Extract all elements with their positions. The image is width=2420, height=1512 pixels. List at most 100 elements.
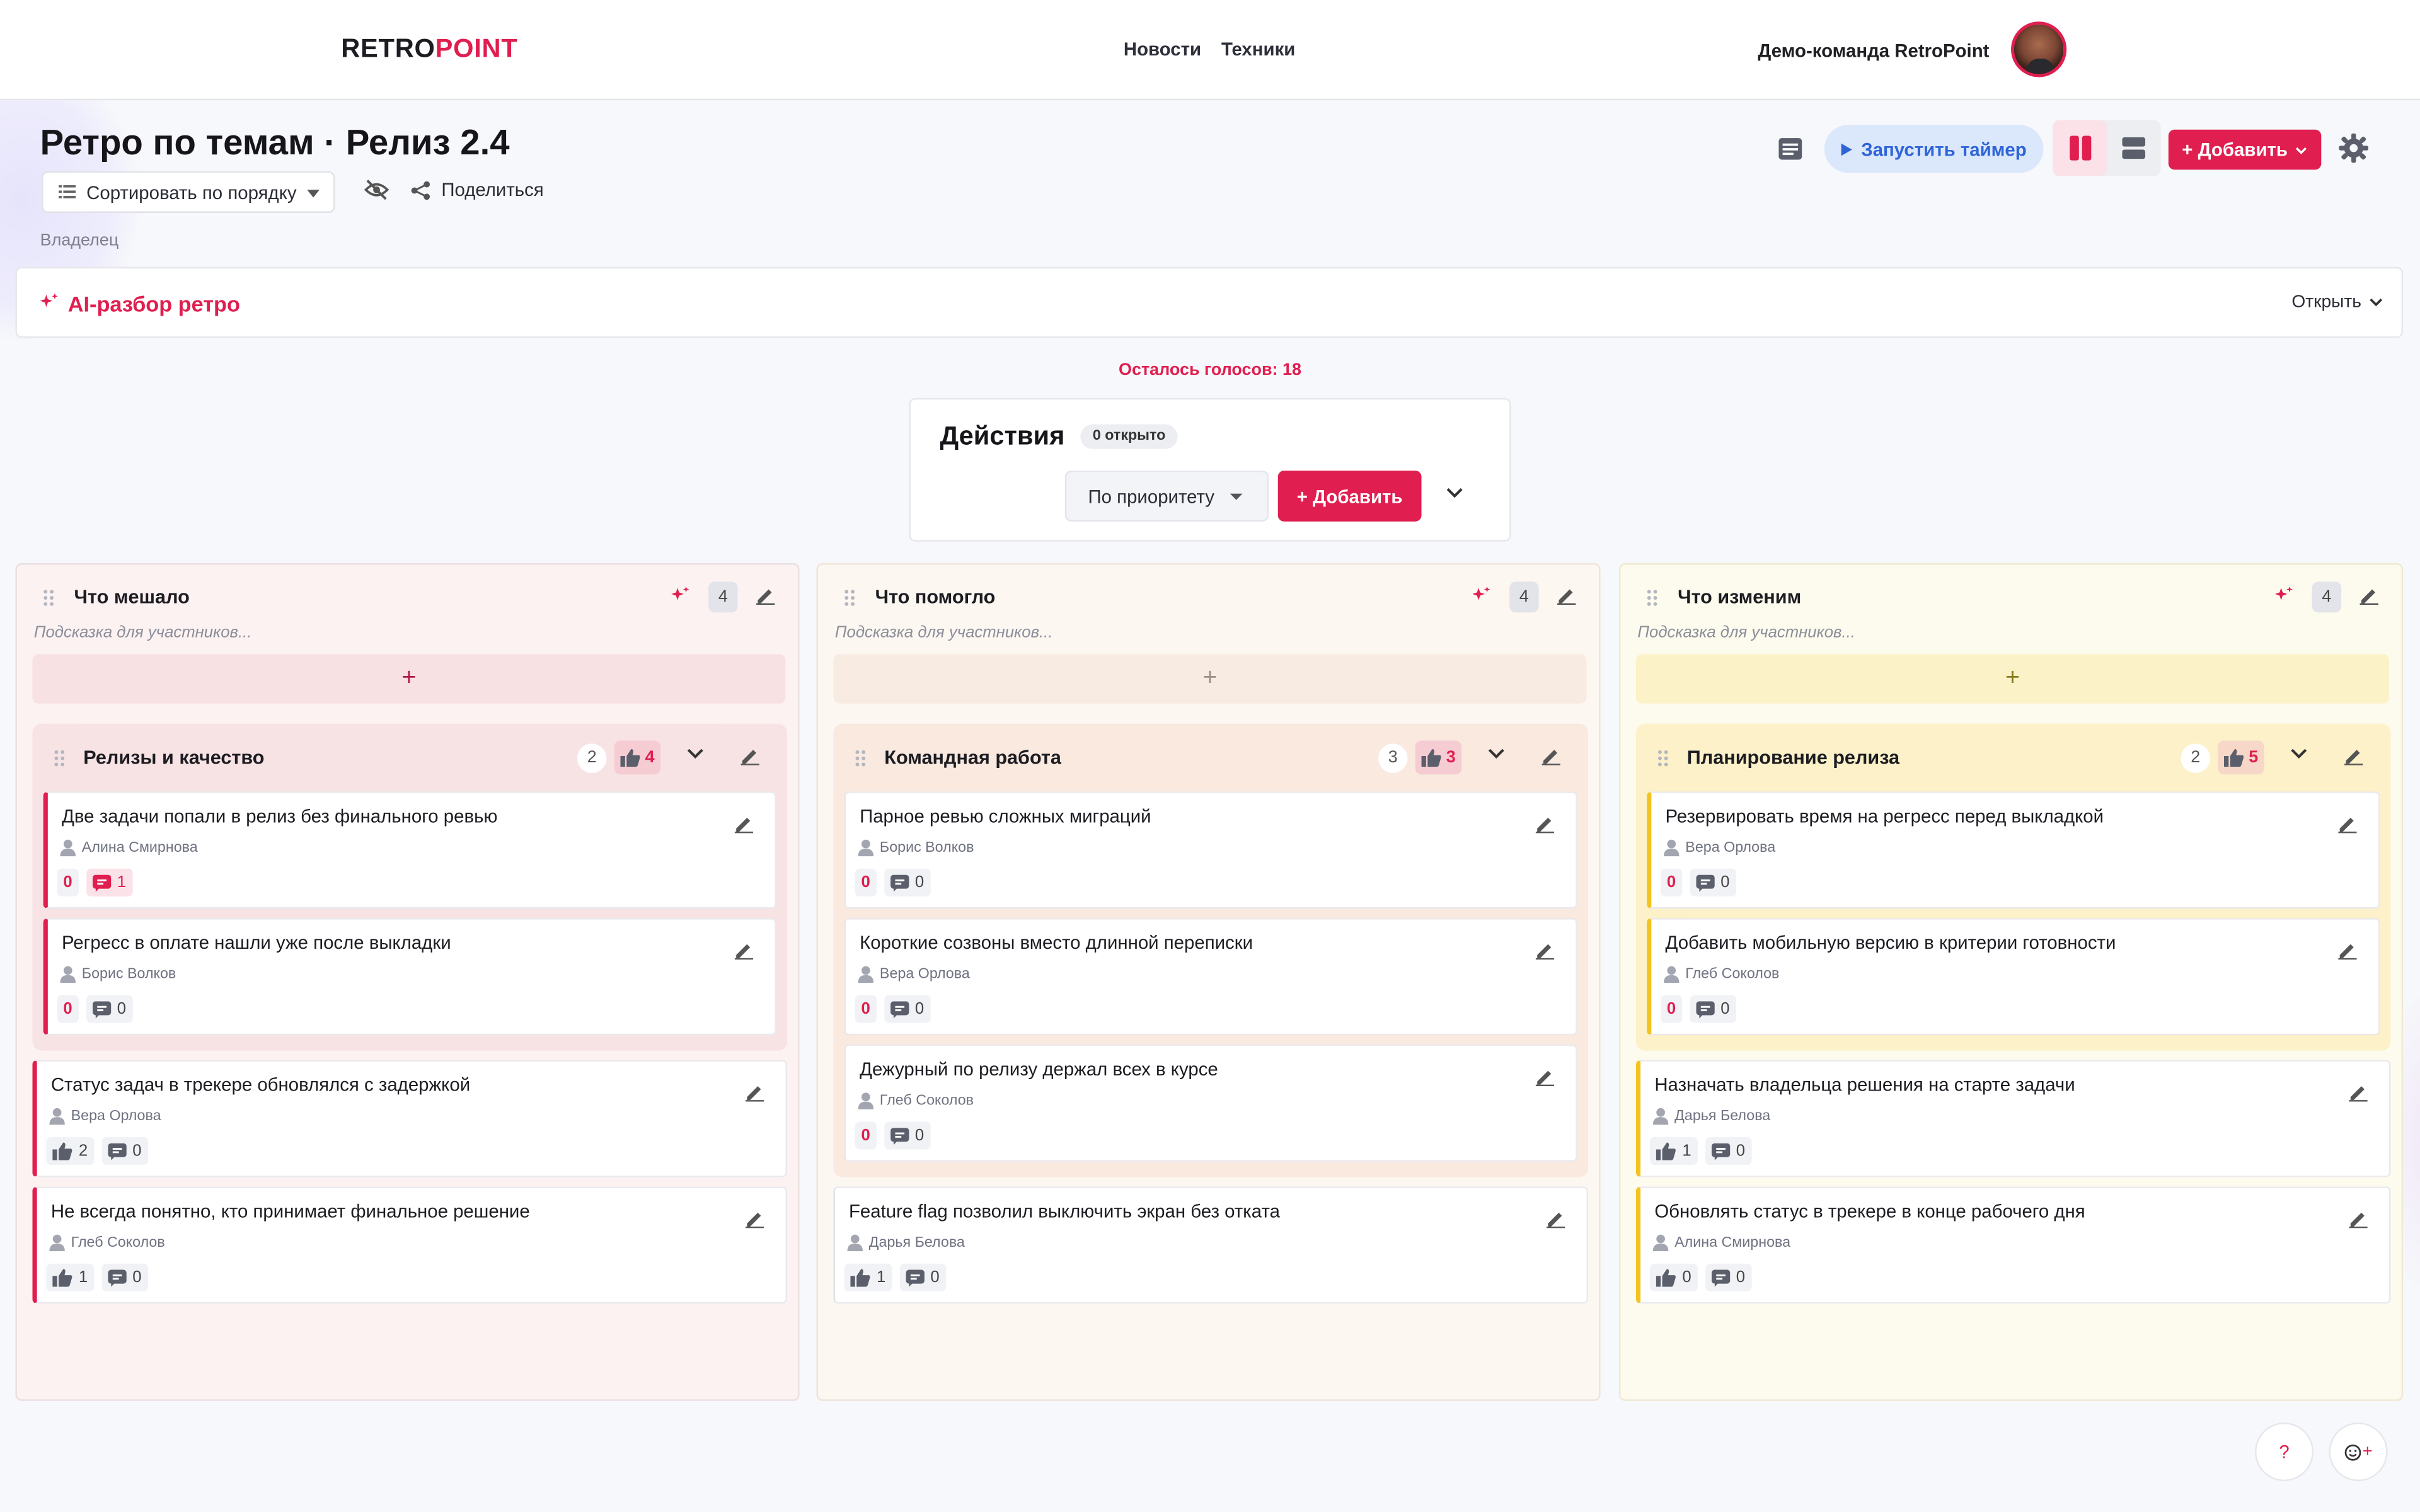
pencil-icon[interactable] (1535, 815, 1555, 833)
drag-handle-icon[interactable] (855, 750, 866, 767)
add-card-button[interactable]: + (32, 654, 786, 704)
pencil-icon[interactable] (734, 815, 754, 833)
comment-icon (890, 874, 909, 891)
comments-button[interactable]: 0 (899, 1263, 946, 1292)
comments-button[interactable]: 0 (884, 1121, 930, 1150)
start-timer-button[interactable]: Запустить таймер (1824, 125, 2044, 173)
nav-news[interactable]: Новости (1124, 38, 1201, 60)
comments-button[interactable]: 0 (101, 1137, 148, 1165)
eye-off-icon[interactable] (364, 179, 389, 209)
card[interactable]: Обновлять статус в трекере в конце рабоч… (1635, 1186, 2391, 1304)
reaction-button[interactable]: + (2329, 1422, 2388, 1482)
sort-dropdown[interactable]: Сортировать по порядку (42, 171, 335, 213)
pencil-icon[interactable] (740, 747, 759, 765)
card[interactable]: Короткие созвоны вместо длинной переписк… (844, 918, 1577, 1036)
card[interactable]: Статус задач в трекере обновлялся с заде… (32, 1060, 787, 1177)
chevron-down-icon[interactable] (1446, 488, 1463, 498)
vote-count[interactable]: 0 (1661, 995, 1683, 1023)
sparkle-icon[interactable] (1472, 586, 1490, 605)
page-title: Ретро по темам · Релиз 2.4 (40, 122, 510, 163)
priority-dropdown[interactable]: По приоритету (1064, 470, 1269, 522)
pencil-icon[interactable] (1541, 747, 1560, 765)
card[interactable]: Назначать владельца решения на старте за… (1635, 1060, 2391, 1177)
rows-view-button[interactable] (2107, 120, 2161, 176)
drag-handle-icon[interactable] (1647, 590, 1657, 607)
ai-open-button[interactable]: Открыть (2291, 293, 2383, 312)
card[interactable]: Feature flag позволил выключить экран бе… (833, 1186, 1589, 1304)
like-button[interactable]: 0 (1649, 1263, 1698, 1292)
user-icon (858, 966, 874, 983)
vote-count[interactable]: 0 (1661, 868, 1683, 896)
avatar[interactable] (2011, 21, 2067, 77)
group-votes[interactable]: 5 (2218, 740, 2264, 775)
group-votes[interactable]: 4 (614, 740, 661, 775)
pencil-icon[interactable] (745, 1083, 764, 1102)
sparkle-icon[interactable] (2274, 586, 2293, 605)
column-card-count: 4 (1509, 581, 1539, 613)
pencil-icon[interactable] (1535, 1068, 1555, 1087)
pencil-icon[interactable] (756, 587, 775, 605)
drag-handle-icon[interactable] (43, 590, 54, 607)
pencil-icon[interactable] (745, 1210, 764, 1228)
vote-count[interactable]: 0 (57, 995, 79, 1023)
card[interactable]: Регресс в оплате нашли уже после выкладк… (43, 918, 776, 1036)
pencil-icon[interactable] (1557, 587, 1576, 605)
gear-icon[interactable] (2338, 133, 2369, 171)
like-button[interactable]: 1 (844, 1263, 892, 1292)
like-button[interactable]: 1 (1649, 1137, 1698, 1165)
chevron-down-icon[interactable] (2290, 748, 2307, 759)
share-button[interactable]: Поделиться (410, 179, 544, 200)
chevron-down-icon[interactable] (687, 748, 704, 759)
pencil-icon[interactable] (2360, 587, 2378, 605)
help-button[interactable]: ? (2254, 1422, 2314, 1482)
vote-count[interactable]: 0 (855, 1121, 877, 1150)
card-list: Статус задач в трекере обновлялся с заде… (32, 1060, 787, 1304)
drag-handle-icon[interactable] (1657, 750, 1668, 767)
comments-button[interactable]: 1 (86, 868, 132, 896)
comments-button[interactable]: 0 (101, 1263, 148, 1292)
sparkle-icon[interactable] (671, 586, 689, 605)
pencil-icon[interactable] (2344, 747, 2363, 765)
team-name[interactable]: Демо-команда RetroPoint (1758, 40, 1989, 62)
pencil-icon[interactable] (734, 941, 754, 960)
card[interactable]: Не всегда понятно, кто принимает финальн… (32, 1186, 787, 1304)
group-votes[interactable]: 3 (1415, 740, 1462, 775)
like-button[interactable]: 1 (46, 1263, 95, 1292)
pencil-icon[interactable] (2338, 941, 2357, 960)
vote-count[interactable]: 0 (57, 868, 79, 896)
notes-icon[interactable] (1778, 137, 1802, 168)
drag-handle-icon[interactable] (54, 750, 65, 767)
comments-button[interactable]: 0 (1705, 1263, 1751, 1292)
card[interactable]: Парное ревью сложных миграций Борис Волк… (844, 791, 1577, 909)
drag-handle-icon[interactable] (844, 590, 855, 607)
card[interactable]: Дежурный по релизу держал всех в курсе Г… (844, 1044, 1577, 1162)
card[interactable]: Две задачи попали в релиз без финального… (43, 791, 776, 909)
thumbs-up-icon (52, 1269, 72, 1287)
vote-count[interactable]: 0 (855, 868, 877, 896)
columns-view-button[interactable] (2053, 120, 2107, 176)
pencil-icon[interactable] (1546, 1210, 1565, 1228)
comments-button[interactable]: 0 (1690, 868, 1736, 896)
comments-button[interactable]: 0 (86, 995, 132, 1023)
like-button[interactable]: 2 (46, 1137, 95, 1165)
comments-button[interactable]: 0 (1705, 1137, 1751, 1165)
comments-button[interactable]: 0 (884, 868, 930, 896)
chevron-down-icon[interactable] (1488, 748, 1505, 759)
card[interactable]: Резервировать время на регресс перед вык… (1647, 791, 2380, 909)
nav-techniques[interactable]: Техники (1221, 38, 1295, 60)
pencil-icon[interactable] (2349, 1210, 2368, 1228)
add-button[interactable]: + Добавить (2168, 129, 2322, 170)
add-card-button[interactable]: + (833, 654, 1587, 704)
card[interactable]: Добавить мобильную версию в критерии гот… (1647, 918, 2380, 1036)
comment-count: 0 (914, 873, 925, 892)
comment-count: 0 (930, 1268, 940, 1287)
comments-button[interactable]: 0 (884, 995, 930, 1023)
add-card-button[interactable]: + (1635, 654, 2390, 704)
comments-button[interactable]: 0 (1690, 995, 1736, 1023)
pencil-icon[interactable] (2349, 1083, 2368, 1102)
vote-count[interactable]: 0 (855, 995, 877, 1023)
pencil-icon[interactable] (2338, 815, 2357, 833)
logo[interactable]: RETROPOINT (341, 34, 517, 65)
add-action-button[interactable]: + Добавить (1277, 470, 1422, 522)
pencil-icon[interactable] (1535, 941, 1555, 960)
